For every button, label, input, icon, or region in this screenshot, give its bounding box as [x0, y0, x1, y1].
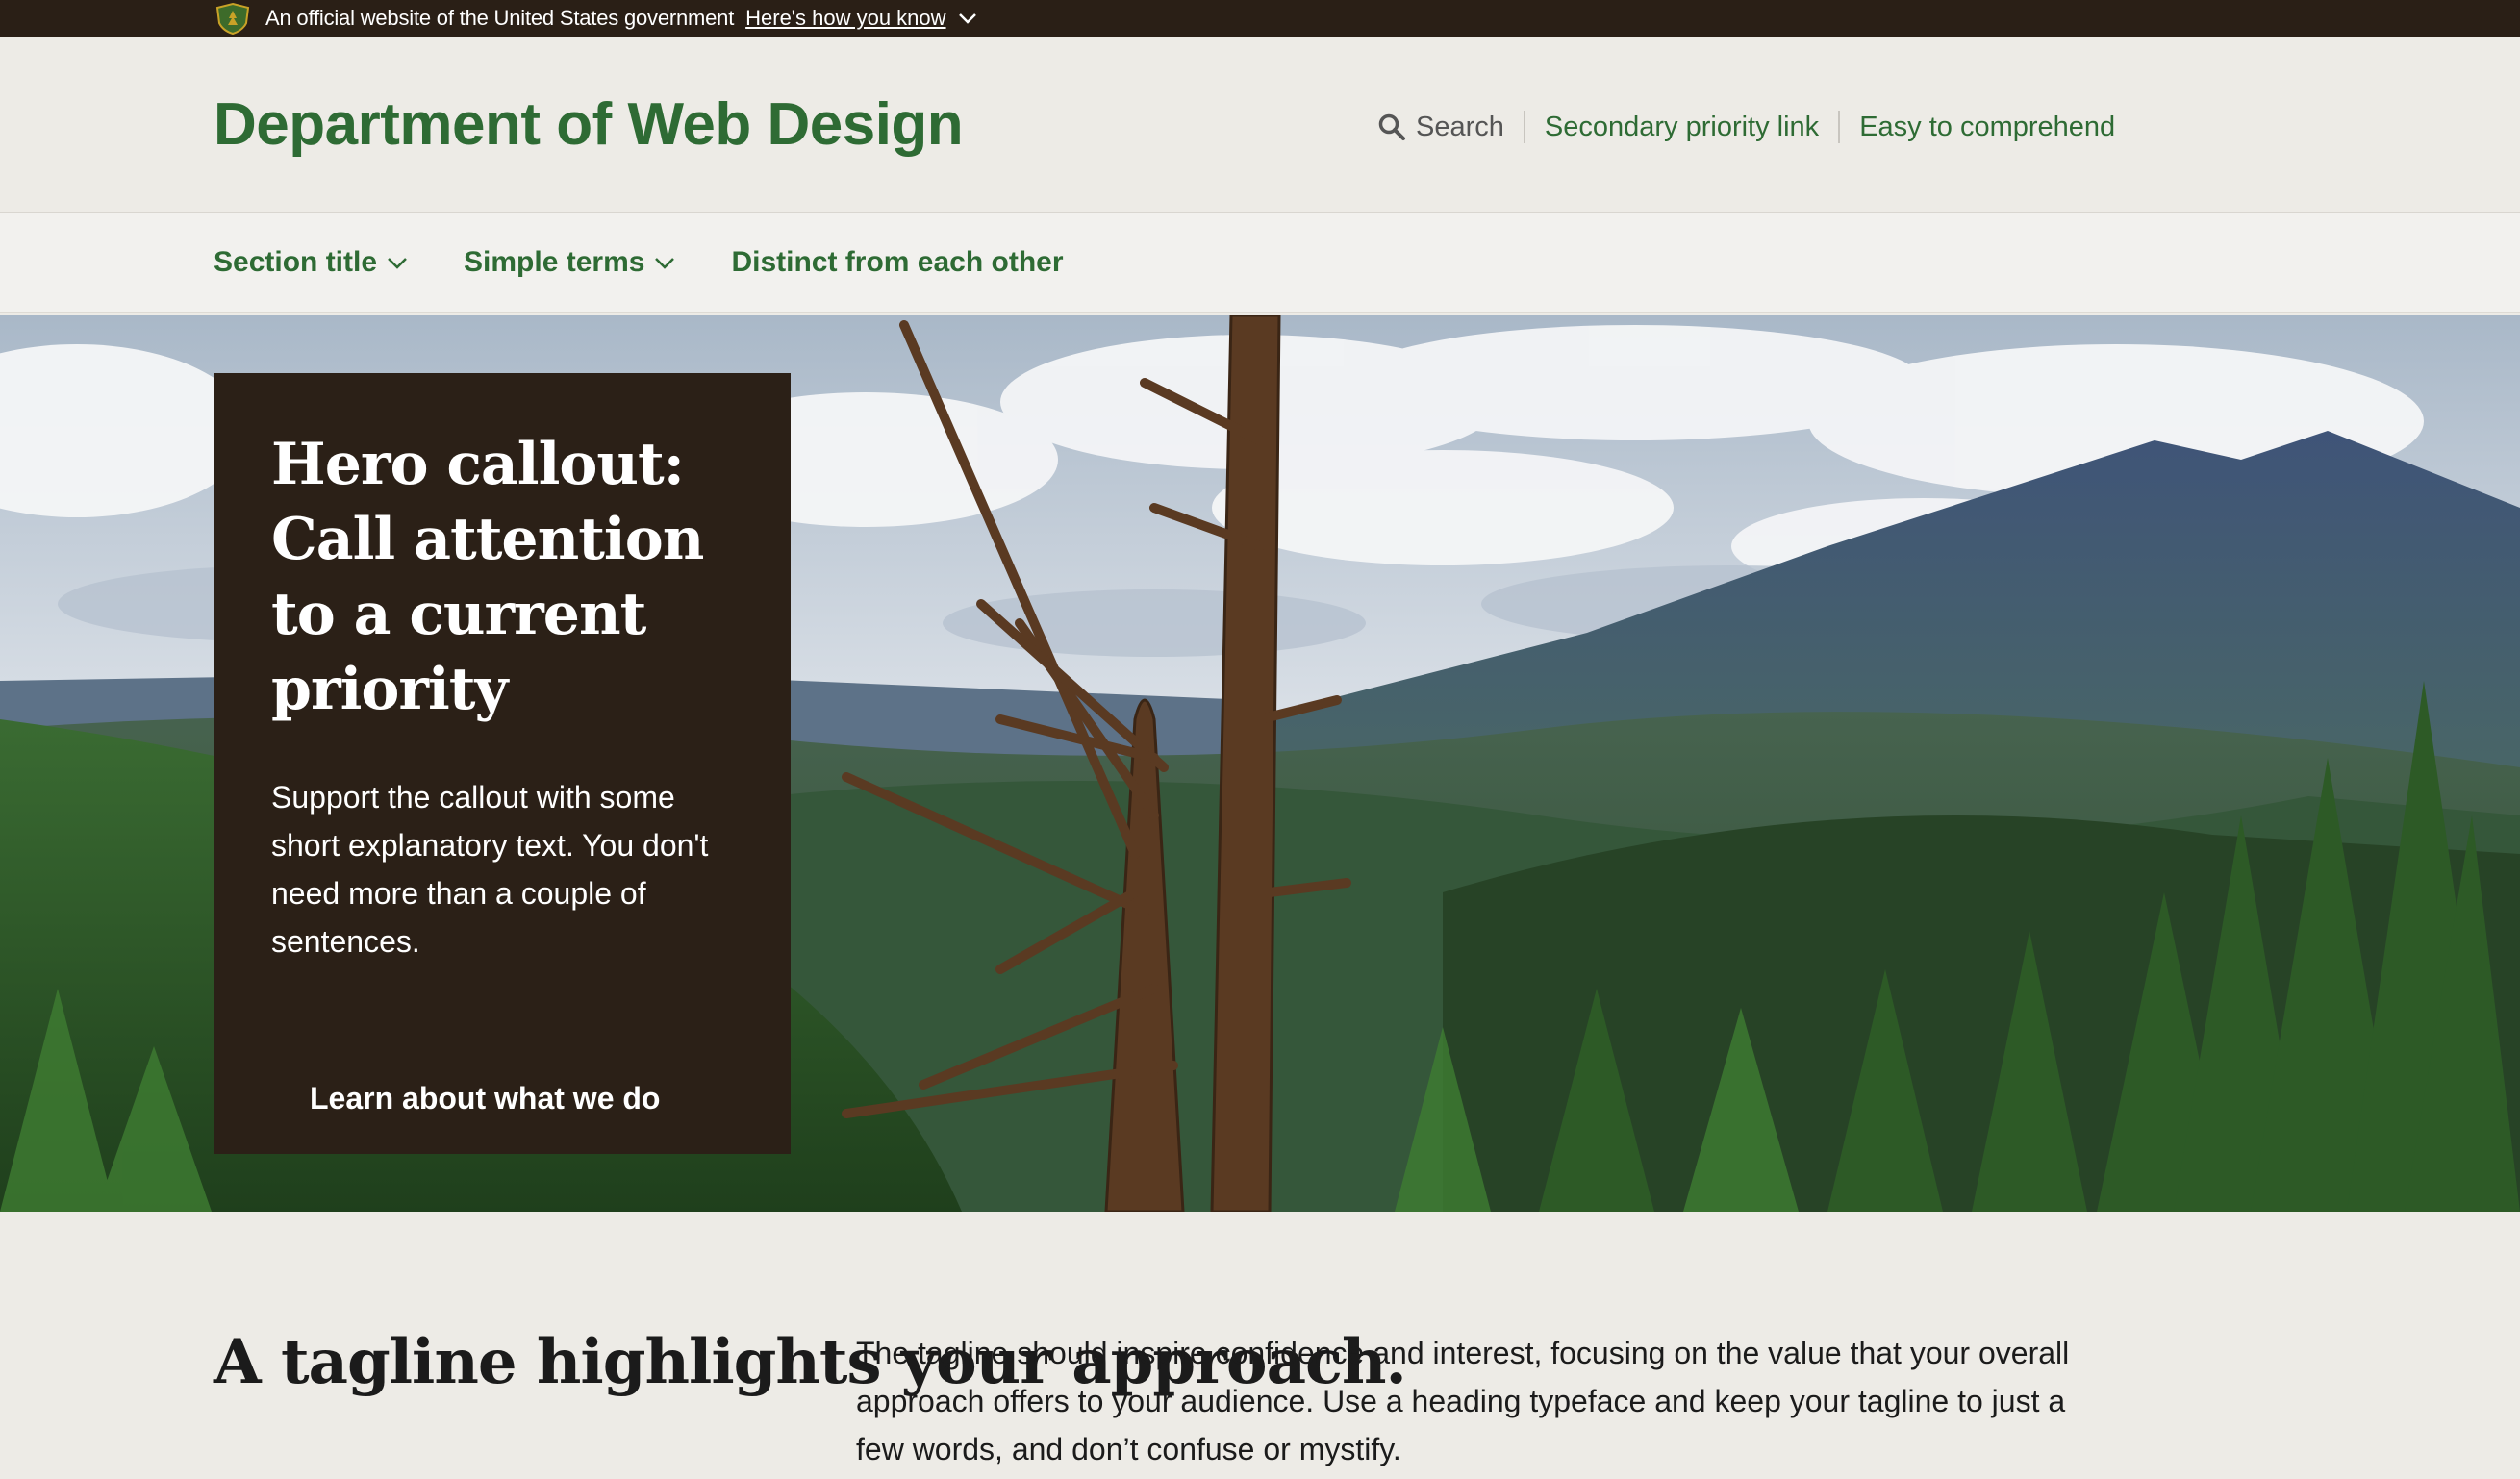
- divider: [1523, 111, 1525, 143]
- tagline-body: The tagline should inspire confidence an…: [856, 1336, 2070, 1466]
- chevron-down-icon[interactable]: [958, 12, 977, 25]
- easy-to-comprehend-link[interactable]: Easy to comprehend: [1859, 112, 2115, 143]
- official-banner: An official website of the United States…: [0, 0, 2520, 37]
- divider: [1838, 111, 1841, 143]
- nav-item-simple-terms[interactable]: Simple terms: [464, 246, 675, 279]
- search-button[interactable]: Search: [1377, 112, 1504, 143]
- nav-item-section-title[interactable]: Section title: [214, 246, 408, 279]
- agency-shield-icon: [215, 2, 250, 35]
- hero-body: Support the callout with some short expl…: [271, 780, 709, 959]
- search-label: Search: [1416, 111, 1504, 142]
- official-banner-text: An official website of the United States…: [265, 6, 735, 30]
- chevron-down-icon: [655, 258, 675, 269]
- secondary-priority-link[interactable]: Secondary priority link: [1545, 112, 1819, 143]
- chevron-down-icon: [388, 258, 407, 269]
- primary-nav: Section title Simple terms Distinct from…: [0, 213, 2520, 313]
- site-title[interactable]: Department of Web Design: [214, 90, 964, 159]
- utility-nav: Search Secondary priority link Easy to c…: [1377, 108, 2115, 146]
- tagline-section: A tagline highlights your approach. The …: [0, 1212, 2520, 1479]
- official-banner-inner: An official website of the United States…: [214, 0, 977, 37]
- nav-item-label: Distinct from each other: [731, 246, 1064, 278]
- nav-item-distinct[interactable]: Distinct from each other: [731, 246, 1063, 279]
- nav-item-label: Section title: [214, 246, 378, 278]
- hero-heading: Hero callout: Call attention to a curren…: [271, 431, 704, 723]
- nav-item-label: Simple terms: [464, 246, 645, 278]
- hero-callout: Hero callout: Call attention to a curren…: [214, 373, 791, 1154]
- how-you-know-link[interactable]: Here's how you know: [745, 6, 945, 31]
- learn-more-button[interactable]: Learn about what we do: [310, 1081, 660, 1116]
- search-icon: [1378, 113, 1405, 140]
- site-header: Department of Web Design Search Secondar…: [0, 37, 2520, 213]
- hero: Hero callout: Call attention to a curren…: [0, 315, 2520, 1212]
